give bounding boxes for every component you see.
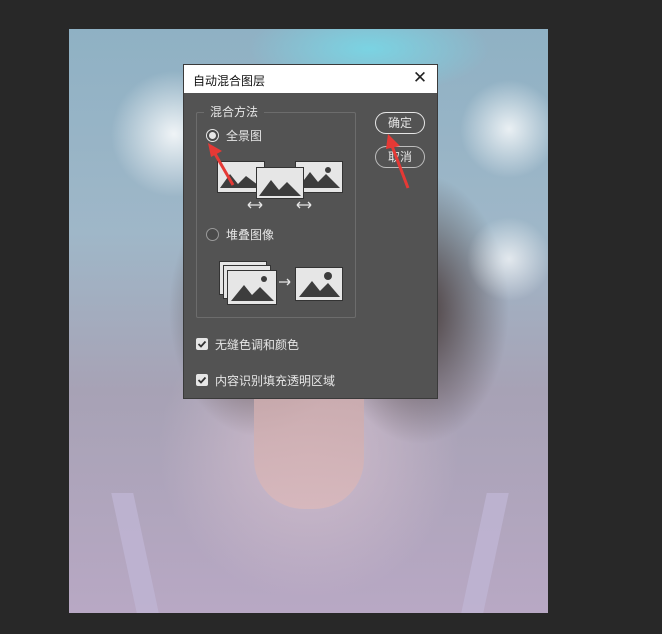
close-icon[interactable]: ✕ xyxy=(411,69,429,87)
horizontal-arrows-icon xyxy=(296,201,312,209)
radio-stack-images[interactable] xyxy=(206,228,219,241)
blend-method-label: 混合方法 xyxy=(204,103,265,120)
annotation-arrow-panorama-icon xyxy=(208,143,235,186)
annotation-arrow-ok-icon xyxy=(386,134,410,189)
dialog-title: 自动混合图层 xyxy=(193,74,266,88)
auto-blend-layers-dialog: 自动混合图层 ✕ 混合方法 全景图 堆叠图像 确定 取消 无缝色调和颜色 内容识… xyxy=(184,65,437,398)
checkbox-seamless-tones-label[interactable]: 无缝色调和颜色 xyxy=(215,336,299,353)
radio-stack-images-label[interactable]: 堆叠图像 xyxy=(226,226,274,243)
ok-button[interactable]: 确定 xyxy=(375,112,425,134)
checkbox-content-aware-fill[interactable] xyxy=(196,374,208,386)
checkbox-content-aware-fill-label[interactable]: 内容识别填充透明区域 xyxy=(215,372,335,389)
checkbox-seamless-tones[interactable] xyxy=(196,338,208,350)
arrow-right-icon xyxy=(279,278,291,286)
photo-strap-right xyxy=(461,493,509,613)
photo-strap-left xyxy=(111,493,159,613)
dialog-titlebar: 自动混合图层 ✕ xyxy=(184,65,437,93)
horizontal-arrows-icon xyxy=(247,201,263,209)
